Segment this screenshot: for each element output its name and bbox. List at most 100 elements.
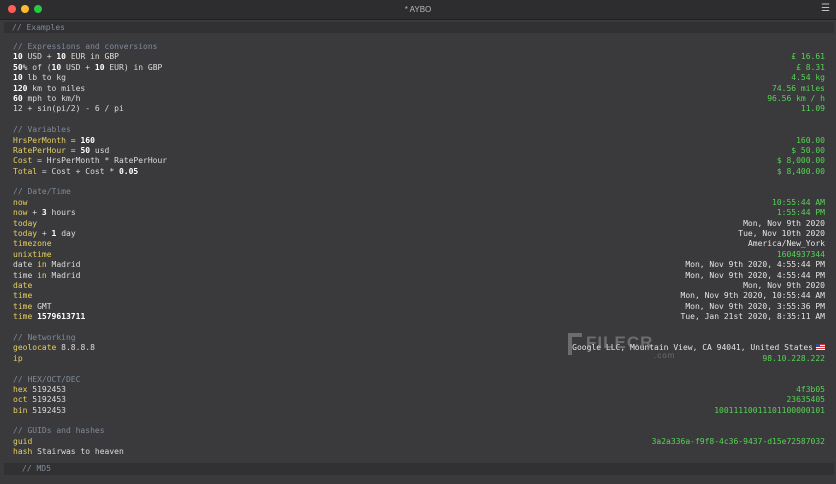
expression-line[interactable]: timezone America/New_York: [13, 239, 825, 249]
expression-token: 1579613711: [37, 312, 86, 322]
result-value: 96.56 km / h: [767, 94, 825, 104]
expression-line[interactable]: hex 5192453 4f3b05: [13, 385, 825, 395]
expression-text: ip: [13, 354, 23, 364]
result-text: 23635405: [786, 395, 825, 405]
result-text: Mon, Nov 9th 2020, 10:55:44 AM: [680, 291, 826, 301]
hamburger-menu-icon[interactable]: ☰: [821, 3, 830, 15]
expression-token: 5192453: [27, 384, 66, 394]
result-value: Mon, Nov 9th 2020, 10:55:44 AM: [681, 291, 826, 301]
result-text: Mon, Nov 9th 2020, 4:55:44 PM: [685, 270, 825, 280]
expression-token: oct: [13, 395, 28, 405]
expression-line[interactable]: hash Stairwas to heaven: [13, 447, 825, 457]
expression-line[interactable]: time GMT Mon, Nov 9th 2020, 3:55:36 PM: [13, 302, 825, 312]
expression-token: hex: [13, 384, 28, 394]
expression-text: 120 km to miles: [13, 84, 85, 94]
expression-token: GMT: [32, 301, 52, 311]
expression-line[interactable]: now + 3 hours 1:55:44 PM: [13, 208, 825, 218]
expression-line[interactable]: HrsPerMonth = 160 160.00: [13, 136, 825, 146]
expression-text: guid: [13, 437, 32, 447]
expression-token: 10: [56, 52, 66, 62]
expression-text: Total = Cost + Cost * 0.05: [13, 167, 138, 177]
expression-token: 10: [94, 62, 105, 72]
expression-line[interactable]: today + 1 day Tue, Nov 10th 2020: [13, 229, 825, 239]
expression-line[interactable]: time Mon, Nov 9th 2020, 10:55:44 AM: [13, 291, 825, 301]
minimize-window-button[interactable]: [21, 5, 29, 13]
result-value: 74.56 miles: [772, 84, 825, 94]
expression-line[interactable]: date in Madrid Mon, Nov 9th 2020, 4:55:44…: [13, 260, 825, 270]
result-text: Tue, Jan 21st 2020, 8:35:11 AM: [680, 312, 826, 322]
expression-token: Madrid: [46, 270, 81, 280]
expression-line[interactable]: oct 5192453 23635405: [13, 395, 825, 405]
result-value: 160.00: [796, 136, 825, 146]
expression-line[interactable]: 120 km to miles 74.56 miles: [13, 84, 825, 94]
expression-token: hash: [13, 447, 33, 457]
expression-text: time GMT: [13, 302, 52, 312]
expression-token: timezone: [13, 239, 52, 249]
expression-token: date: [13, 260, 38, 270]
expression-line[interactable]: Cost = HrsPerMonth * RatePerHour $ 8,000.…: [13, 156, 825, 166]
expression-line[interactable]: 10 USD + 10 EUR in GBP £ 16.61: [13, 52, 825, 62]
watermark-sub: .com: [654, 351, 676, 360]
section-comment: // Date/Time: [13, 187, 71, 197]
expression-token: 10: [51, 62, 62, 72]
expression-line[interactable]: now 10:55:44 AM: [13, 198, 825, 208]
expression-line[interactable]: unixtime 1604937344: [13, 250, 825, 260]
expression-token: USD +: [22, 52, 57, 62]
close-window-button[interactable]: [8, 5, 16, 13]
result-text: America/New_York: [747, 239, 825, 249]
result-value: Mon, Nov 9th 2020: [743, 281, 825, 291]
result-value: Tue, Nov 10th 2020: [738, 229, 825, 239]
result-text: Mon, Nov 9th 2020, 3:55:36 PM: [685, 301, 825, 311]
expression-token: geolocate: [13, 343, 57, 353]
expression-text: timezone: [13, 239, 52, 249]
expression-line[interactable]: guid 3a2a336a-f9f8-4c36-9437-d15e72587032: [13, 437, 825, 447]
result-value: $ 50.00: [791, 146, 825, 156]
expression-line[interactable]: date Mon, Nov 9th 2020: [13, 281, 825, 291]
zoom-window-button[interactable]: [34, 5, 42, 13]
expression-token: 10: [13, 52, 23, 62]
result-text: Mon, Nov 9th 2020: [743, 280, 825, 290]
result-value: $ 8,400.00: [777, 167, 825, 177]
expression-text: now + 3 hours: [13, 208, 76, 218]
expression-token: in: [37, 260, 47, 270]
result-value: America/New_York: [748, 239, 825, 249]
expression-line[interactable]: Total = Cost + Cost * 0.05 $ 8,400.00: [13, 167, 825, 177]
expression-token: ip: [13, 353, 23, 363]
examples-header-comment: // Examples: [4, 22, 834, 33]
expression-line[interactable]: 60 mph to km/h 96.56 km / h: [13, 94, 825, 104]
result-text: 10011110011101100000101: [714, 405, 825, 415]
result-value: Mon, Nov 9th 2020: [743, 219, 825, 229]
calculator-editor[interactable]: // Expressions and conversions 10 USD + 1…: [13, 42, 825, 458]
expression-text: time: [13, 291, 32, 301]
expression-token: hours: [46, 208, 76, 218]
expression-token: now: [13, 197, 28, 207]
expression-line[interactable]: geolocate 8.8.8.8 Google LLC, Mountain Vi…: [13, 343, 825, 353]
expression-token: =: [65, 145, 81, 155]
expression-line[interactable]: ip 98.10.228.222: [13, 354, 825, 364]
expression-line[interactable]: 10 lb to kg 4.54 kg: [13, 73, 825, 83]
expression-token: unixtime: [13, 249, 52, 259]
expression-line[interactable]: today Mon, Nov 9th 2020: [13, 219, 825, 229]
expression-line[interactable]: 12 + sin(pi/2) - 6 / pi 11.09: [13, 104, 825, 114]
result-value: 1604937344: [777, 250, 825, 260]
expression-token: time: [13, 312, 33, 322]
expression-line[interactable]: 50% of (10 USD + 10 EUR) in GBP £ 8.31: [13, 63, 825, 73]
title-bar: * AYBO ☰: [0, 0, 836, 20]
result-text: £ 8.31: [796, 62, 825, 72]
expression-token: EUR in GBP: [66, 52, 119, 62]
expression-line[interactable]: time in Madrid Mon, Nov 9th 2020, 4:55:44…: [13, 271, 825, 281]
expression-token: HrsPerMonth: [13, 135, 66, 145]
expression-token: today: [13, 218, 38, 228]
expression-line[interactable]: time 1579613711 Tue, Jan 21st 2020, 8:35:…: [13, 312, 825, 322]
section-comment: // Variables: [13, 125, 71, 135]
expression-line[interactable]: bin 5192453 10011110011101100000101: [13, 406, 825, 416]
section-comment: // Expressions and conversions: [13, 42, 158, 51]
result-value: 10:55:44 AM: [772, 198, 825, 208]
expression-line[interactable]: RatePerHour = 50 usd $ 50.00: [13, 146, 825, 156]
expression-text: oct 5192453: [13, 395, 66, 405]
expression-token: Madrid: [46, 260, 81, 270]
expression-token: % of (: [22, 62, 52, 72]
